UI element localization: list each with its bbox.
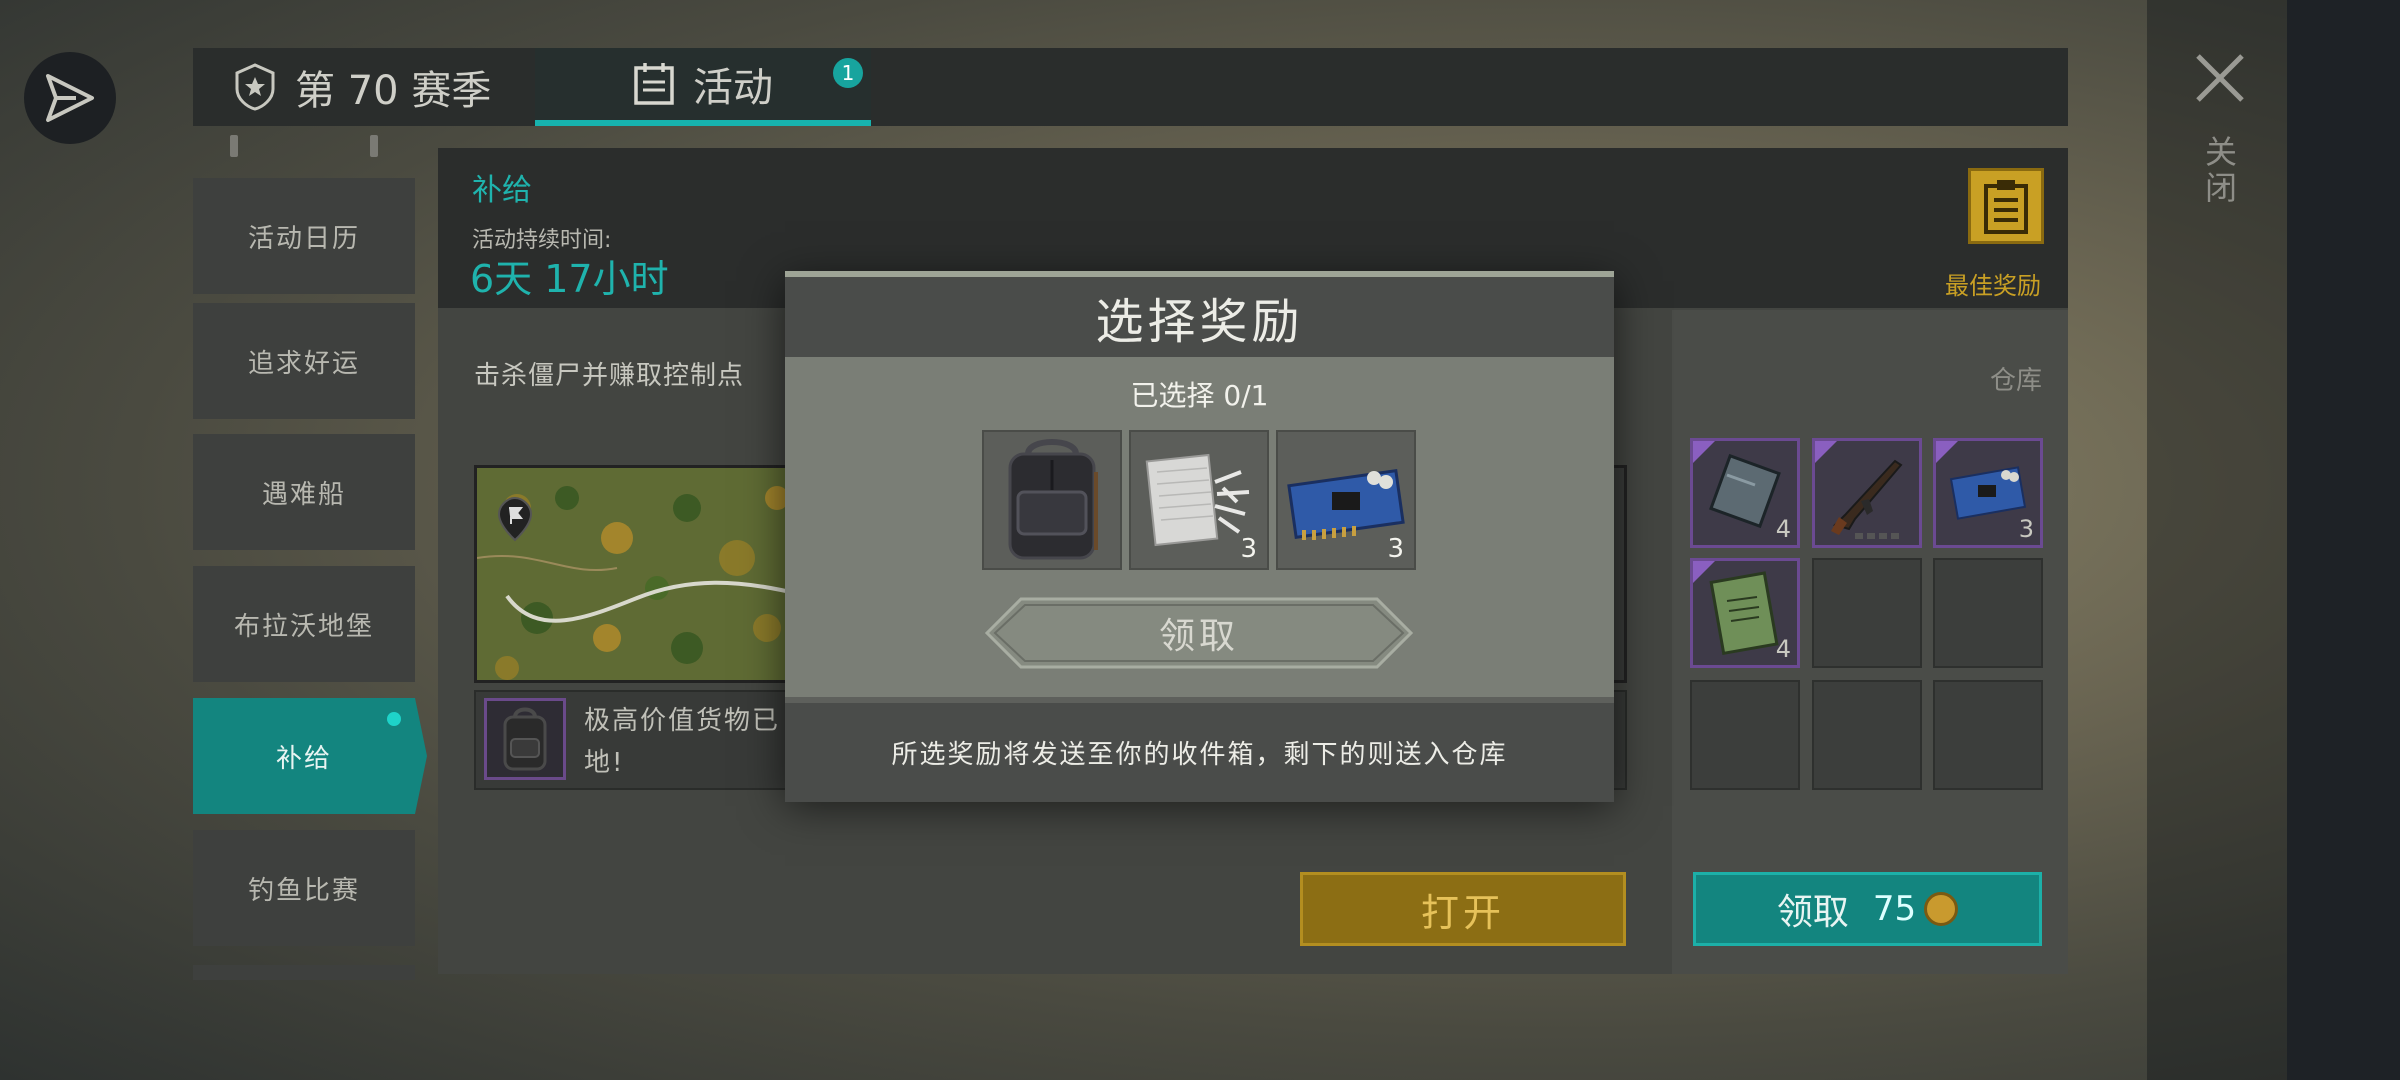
warehouse-claim-button[interactable]: 领取 75 xyxy=(1693,872,2042,946)
info-text: 极高价值货物已 地! xyxy=(584,700,784,784)
sidebar-item-label: 布拉沃地堡 xyxy=(233,611,374,642)
scroll-handle-left[interactable] xyxy=(230,135,238,157)
warehouse-slot[interactable]: 4 xyxy=(1690,438,1800,548)
warehouse-slot-empty[interactable] xyxy=(1812,680,1922,790)
info-text-line: 地! xyxy=(584,748,625,778)
reward-option-cloth[interactable]: 3 xyxy=(1129,430,1269,570)
sidebar-item-supply[interactable]: 补给 xyxy=(193,698,427,814)
backpack-icon xyxy=(1008,439,1098,560)
clipboard-icon xyxy=(1984,180,2028,234)
tab-events-label: 活动 xyxy=(693,65,773,111)
season-shield-icon xyxy=(233,63,277,111)
modal-footer-note: 所选奖励将发送至你的收件箱，剩下的则送入仓库 xyxy=(785,703,1614,802)
reward-count: 3 xyxy=(1240,534,1257,564)
sidebar-item-label: 钓鱼比赛 xyxy=(247,875,360,906)
selection-count: 已选择 0/1 xyxy=(1130,379,1269,412)
send-icon xyxy=(46,74,94,122)
reward-option-backpack[interactable] xyxy=(982,430,1122,570)
reward-option-circuit-board[interactable]: 3 xyxy=(1276,430,1416,570)
modal-claim-button[interactable]: 领取 xyxy=(985,597,1413,669)
slot-count: 3 xyxy=(2018,515,2034,543)
sidebar-item-partial xyxy=(193,965,415,980)
share-button[interactable] xyxy=(24,52,116,144)
calendar-icon xyxy=(633,62,675,106)
best-reward-button[interactable] xyxy=(1968,168,2044,244)
scroll-handle-right[interactable] xyxy=(370,135,378,157)
sidebar-item-good-luck[interactable]: 追求好运 xyxy=(193,303,415,419)
warehouse-slot[interactable] xyxy=(1812,438,1922,548)
rifle-icon xyxy=(1831,459,1903,539)
warehouse-slot[interactable]: 4 xyxy=(1690,558,1800,668)
sidebar-item-label: 遇难船 xyxy=(261,479,346,510)
sidebar-item-fishing[interactable]: 钓鱼比赛 xyxy=(193,830,415,946)
sidebar-item-bravo-bunker[interactable]: 布拉沃地堡 xyxy=(193,566,415,682)
reward-count: 3 xyxy=(1387,534,1404,564)
modal-claim-label: 领取 xyxy=(1158,616,1239,657)
close-button[interactable] xyxy=(2190,48,2250,108)
warehouse-slot[interactable]: 3 xyxy=(1933,438,2043,548)
duration-value: 6天 17小时 xyxy=(470,257,669,301)
close-label[interactable]: 关闭 xyxy=(2198,135,2242,207)
sidebar-item-label: 追求好运 xyxy=(247,348,360,379)
event-title: 补给 xyxy=(472,173,532,208)
events-badge: 1 xyxy=(833,58,863,88)
event-map xyxy=(474,465,804,683)
warehouse-slot-empty[interactable] xyxy=(1690,680,1800,790)
info-text-line: 极高价值货物已 xyxy=(584,706,781,736)
right-edge-panel xyxy=(2287,0,2400,1080)
modal-title: 选择奖励 xyxy=(785,277,1614,357)
warehouse-label: 仓库 xyxy=(1990,366,2043,396)
sidebar-item-label: 补给 xyxy=(275,743,332,774)
top-tab-bar: 第 70 赛季 活动 1 xyxy=(193,48,2068,126)
sidebar-item-shipwreck[interactable]: 遇难船 xyxy=(193,434,415,550)
tab-season-label: 第 70 赛季 xyxy=(295,68,492,114)
claim-label: 领取 xyxy=(1776,892,1849,933)
warehouse-slot-empty[interactable] xyxy=(1933,680,2043,790)
close-icon xyxy=(2196,54,2244,102)
slot-count: 4 xyxy=(1775,515,1791,543)
open-button[interactable]: 打开 xyxy=(1300,872,1626,946)
coin-icon xyxy=(1924,892,1959,926)
sidebar-item-label: 活动日历 xyxy=(247,223,360,254)
select-reward-modal: 选择奖励 已选择 0/1 3 3 领取 所选奖励将发送至你的收件箱，剩下的则送入… xyxy=(785,271,1614,802)
task-description: 击杀僵尸并赚取控制点 xyxy=(474,361,745,391)
slot-count: 4 xyxy=(1775,635,1791,663)
notification-dot xyxy=(387,712,401,726)
backpack-icon xyxy=(484,698,566,780)
best-reward-label[interactable]: 最佳奖励 xyxy=(1945,266,2041,301)
warehouse-slot-empty[interactable] xyxy=(1933,558,2043,668)
tab-events[interactable]: 活动 xyxy=(535,48,871,126)
sidebar-item-calendar[interactable]: 活动日历 xyxy=(193,178,415,294)
claim-cost: 75 xyxy=(1872,889,1917,929)
warehouse-slot-empty[interactable] xyxy=(1812,558,1922,668)
tab-season[interactable]: 第 70 赛季 xyxy=(233,48,491,126)
